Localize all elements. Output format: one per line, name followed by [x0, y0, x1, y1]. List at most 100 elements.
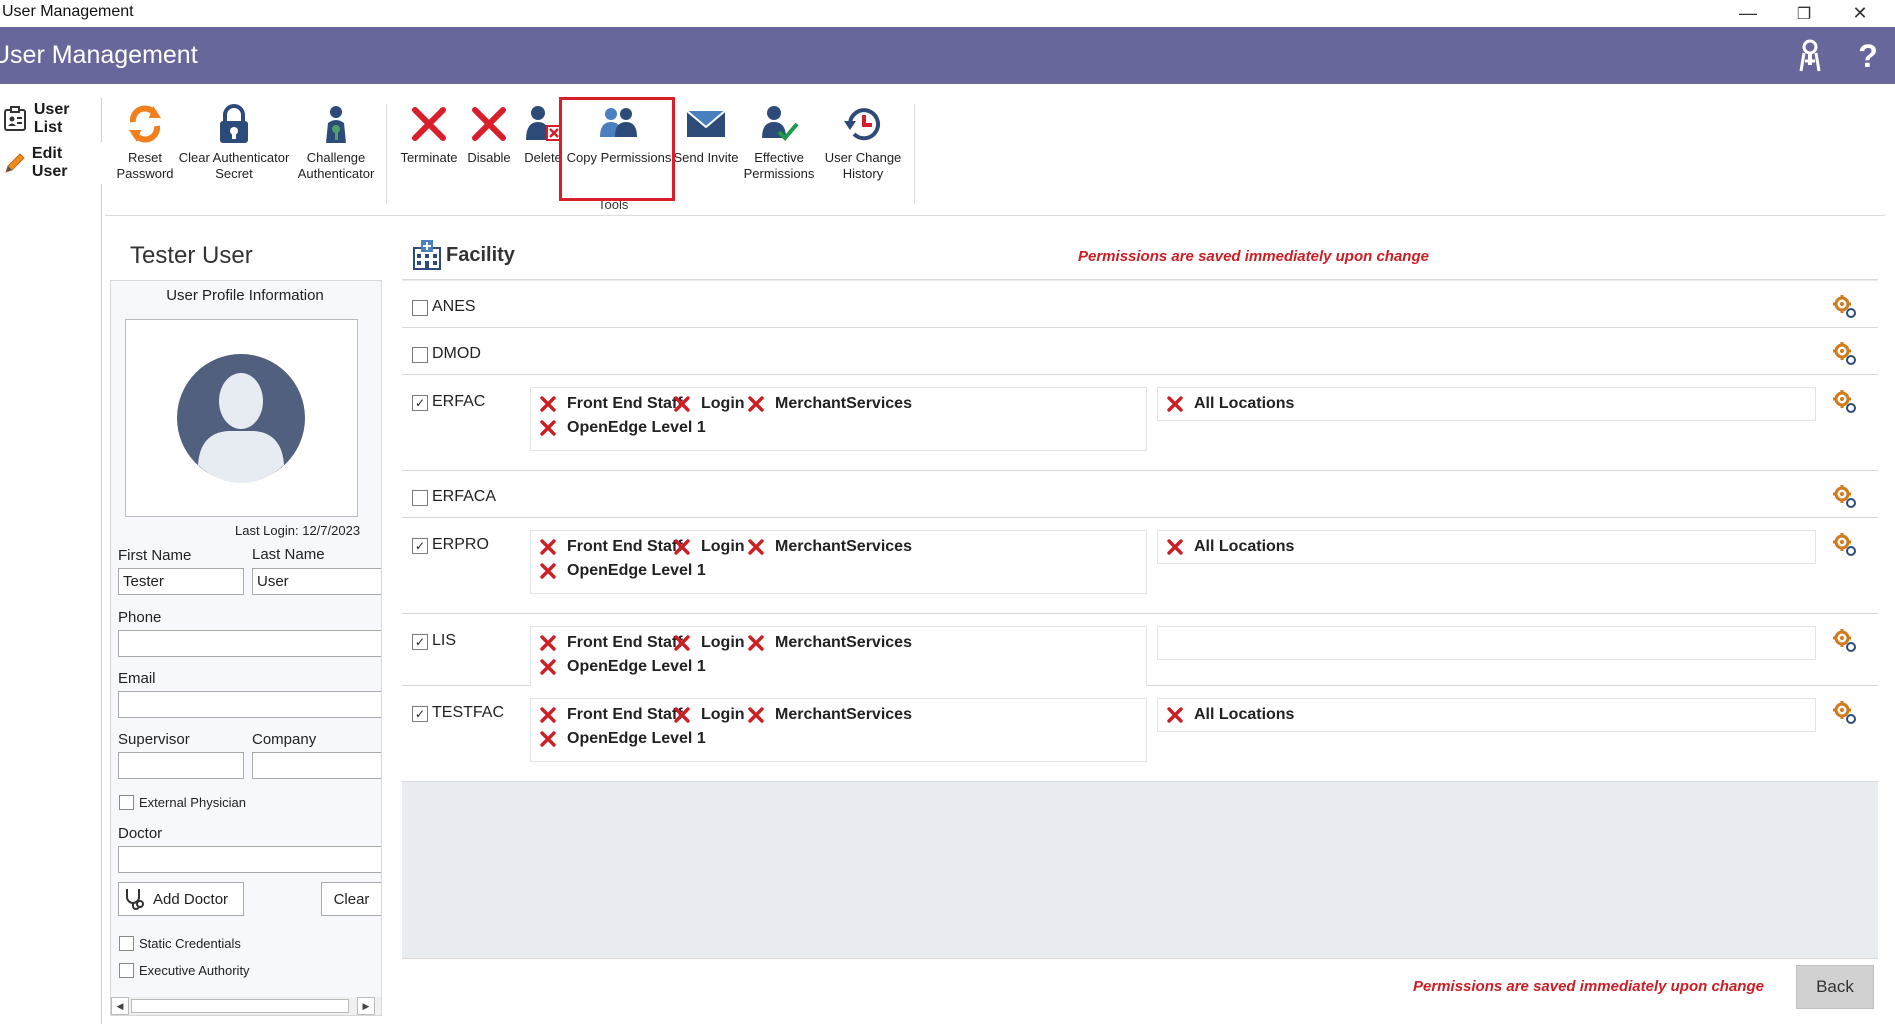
refresh-icon — [124, 102, 166, 146]
hscroll-thumb[interactable] — [131, 999, 349, 1013]
facility-settings-gear-icon[interactable] — [1832, 341, 1858, 367]
facility-name: ANES — [432, 298, 476, 315]
terminate-button[interactable]: Terminate — [395, 102, 463, 192]
location-tag: All Locations — [1164, 535, 1294, 559]
add-doctor-label: Add Doctor — [153, 890, 229, 908]
facility-name: ERFAC — [432, 393, 486, 410]
remove-permission-icon[interactable] — [537, 632, 559, 654]
profile-horizontal-scrollbar[interactable]: ◀ ▶ — [111, 997, 381, 1015]
permission-label: OpenEdge Level 1 — [567, 419, 706, 436]
facility-settings-gear-icon[interactable] — [1832, 700, 1858, 726]
remove-location-icon[interactable] — [1164, 704, 1186, 726]
company-field[interactable] — [252, 752, 381, 779]
remove-permission-icon[interactable] — [537, 393, 559, 415]
remove-permission-icon[interactable] — [671, 704, 693, 726]
remove-permission-icon[interactable] — [671, 632, 693, 654]
phone-field[interactable] — [118, 630, 381, 657]
page-title: User Management — [0, 41, 198, 69]
nav-edit-user[interactable]: Edit User — [0, 142, 102, 184]
effective-permissions-button[interactable]: Effective Permissions — [741, 102, 817, 192]
history-clock-icon — [842, 102, 884, 146]
executive-authority-checkbox[interactable] — [119, 963, 134, 978]
facility-settings-gear-icon[interactable] — [1832, 484, 1858, 510]
left-nav: User List Edit User — [0, 98, 102, 1024]
permission-tag: OpenEdge Level 1 — [537, 655, 706, 679]
permission-label: OpenEdge Level 1 — [567, 562, 706, 579]
last-name-field[interactable]: User — [252, 568, 381, 595]
minimize-button[interactable]: — — [1720, 0, 1776, 27]
scroll-right-icon[interactable]: ▶ — [357, 997, 375, 1015]
toolbar: Reset Password Clear Authenticator Secre… — [105, 96, 1885, 216]
profile-panel: Tester User User Profile Information Las… — [106, 224, 396, 1016]
envelope-icon — [685, 102, 727, 146]
key-user-icon[interactable] — [1791, 37, 1829, 75]
facility-settings-gear-icon[interactable] — [1832, 389, 1858, 415]
red-x-icon — [468, 102, 510, 146]
user-change-history-button[interactable]: User Change History — [823, 102, 903, 192]
facility-checkbox[interactable]: ✓ — [412, 538, 428, 554]
restore-button[interactable]: ❐ — [1776, 0, 1832, 27]
scroll-left-icon[interactable]: ◀ — [111, 997, 129, 1015]
permission-tag: MerchantServices — [745, 703, 912, 727]
facility-checkbox[interactable]: ✓ — [412, 395, 428, 411]
permission-tag: Login — [671, 631, 745, 655]
reset-password-button[interactable]: Reset Password — [107, 102, 183, 192]
facility-settings-gear-icon[interactable] — [1832, 532, 1858, 558]
back-button[interactable]: Back — [1796, 965, 1874, 1009]
permission-label: Login — [701, 706, 745, 723]
remove-permission-icon[interactable] — [537, 536, 559, 558]
remove-permission-icon[interactable] — [537, 704, 559, 726]
remove-permission-icon[interactable] — [745, 393, 767, 415]
location-tag: All Locations — [1164, 703, 1294, 727]
facility-settings-gear-icon[interactable] — [1832, 628, 1858, 654]
add-doctor-button[interactable]: Add Doctor — [118, 882, 244, 916]
permission-tag: Login — [671, 535, 745, 559]
permission-tag: MerchantServices — [745, 392, 912, 416]
supervisor-field[interactable] — [118, 752, 244, 779]
remove-permission-icon[interactable] — [745, 704, 767, 726]
remove-location-icon[interactable] — [1164, 393, 1186, 415]
challenge-authenticator-button[interactable]: Challenge Authenticator — [293, 102, 379, 192]
permissions-box: Front End Staff Login MerchantServices Open… — [530, 387, 1147, 451]
facility-checkbox[interactable] — [412, 490, 428, 506]
remove-permission-icon[interactable] — [671, 536, 693, 558]
company-label: Company — [252, 731, 317, 748]
nav-user-list[interactable]: User List — [0, 98, 102, 140]
remove-permission-icon[interactable] — [671, 393, 693, 415]
remove-permission-icon[interactable] — [537, 656, 559, 678]
effective-permissions-label: Effective Permissions — [743, 150, 815, 181]
remove-permission-icon[interactable] — [745, 536, 767, 558]
remove-permission-icon[interactable] — [537, 728, 559, 750]
static-credentials-checkbox[interactable] — [119, 936, 134, 951]
user-list-icon — [0, 104, 30, 134]
profile-vertical-scrollbar[interactable]: ▲ ▼ — [381, 281, 382, 991]
facility-checkbox[interactable]: ✓ — [412, 706, 428, 722]
remove-location-icon[interactable] — [1164, 536, 1186, 558]
disable-label: Disable — [467, 150, 511, 165]
doctor-field[interactable] — [118, 846, 381, 873]
permission-label: MerchantServices — [775, 395, 912, 412]
permission-tag: Front End Staff — [537, 631, 683, 655]
facility-settings-gear-icon[interactable] — [1832, 294, 1858, 320]
bottom-bar: Permissions are saved immediately upon c… — [402, 958, 1878, 1014]
user-delete-icon — [522, 102, 564, 146]
close-button[interactable]: ✕ — [1832, 0, 1888, 27]
facility-checkbox[interactable]: ✓ — [412, 634, 428, 650]
remove-permission-icon[interactable] — [745, 632, 767, 654]
email-field[interactable] — [118, 691, 381, 718]
permission-label: OpenEdge Level 1 — [567, 730, 706, 747]
padlock-icon — [213, 102, 255, 146]
permission-label: MerchantServices — [775, 634, 912, 651]
help-icon[interactable]: ? — [1849, 37, 1887, 75]
facility-row: ✓ ERFAC Front End Staff Login MerchantServic… — [402, 375, 1878, 471]
remove-permission-icon[interactable] — [537, 417, 559, 439]
facility-checkbox[interactable] — [412, 347, 428, 363]
external-physician-checkbox[interactable] — [119, 795, 134, 810]
disable-button[interactable]: Disable — [461, 102, 517, 192]
send-invite-button[interactable]: Send Invite — [673, 102, 739, 192]
remove-permission-icon[interactable] — [537, 560, 559, 582]
facility-checkbox[interactable] — [412, 300, 428, 316]
clear-authenticator-secret-button[interactable]: Clear Authenticator Secret — [178, 102, 290, 192]
clear-doctor-button[interactable]: Clear — [321, 882, 381, 916]
first-name-field[interactable]: Tester — [118, 568, 244, 595]
